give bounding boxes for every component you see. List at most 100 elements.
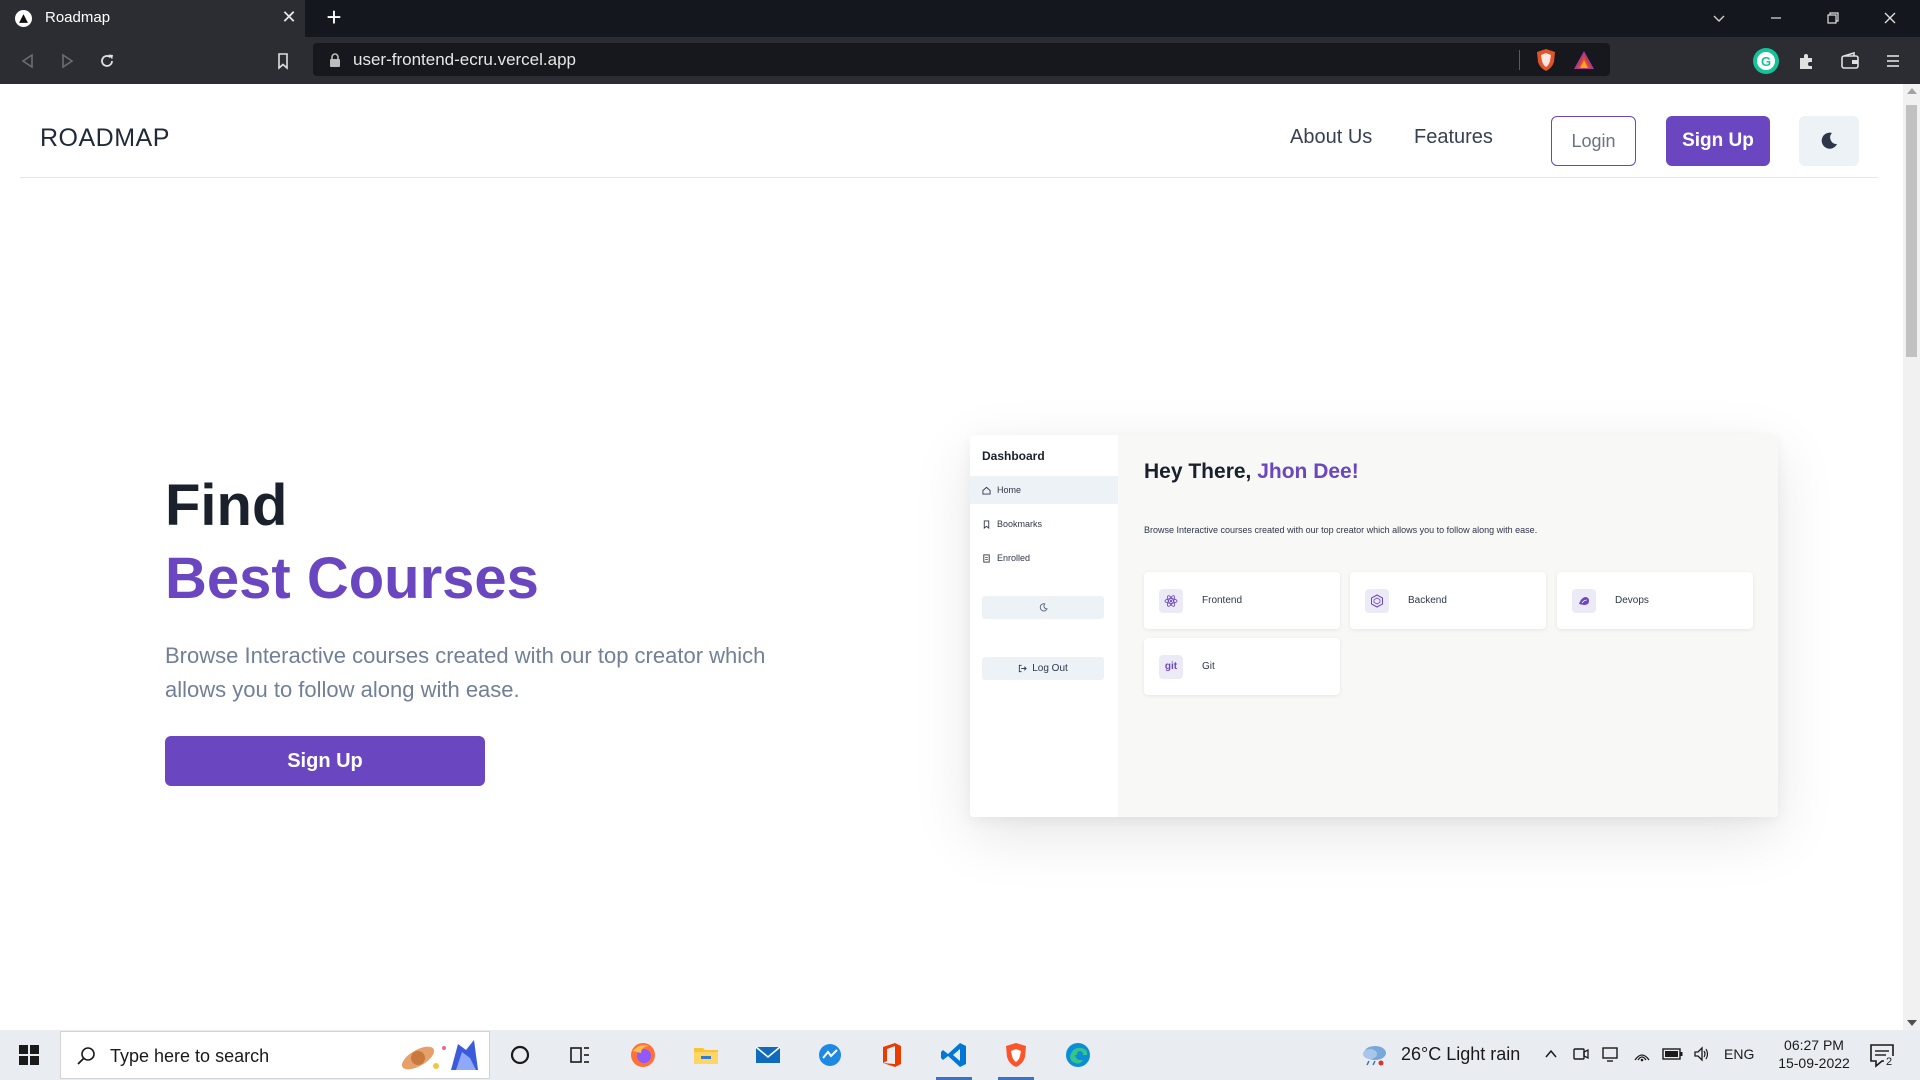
office-icon[interactable] (872, 1035, 912, 1075)
scroll-thumb[interactable] (1906, 105, 1917, 357)
browser-toolbar: user-frontend-ecru.vercel.app G (0, 37, 1920, 84)
preview-menu-bookmarks: Bookmarks (970, 510, 1118, 538)
preview-logout-button: Log Out (982, 657, 1104, 680)
preview-menu-enrolled: Enrolled (970, 544, 1118, 572)
restore-icon[interactable] (1821, 6, 1845, 30)
preview-logout-label: Log Out (1032, 663, 1068, 674)
taskbar-search-box[interactable]: Type here to search (60, 1031, 490, 1079)
volume-icon[interactable] (1691, 1044, 1713, 1064)
page-scrollbar[interactable] (1903, 84, 1920, 1030)
preview-menu-label: Bookmarks (997, 519, 1043, 529)
preview-course-label: Frontend (1202, 595, 1243, 606)
moon-icon (1821, 132, 1837, 149)
react-icon (1159, 588, 1183, 613)
file-explorer-icon[interactable] (686, 1035, 726, 1075)
browser-tab[interactable]: Roadmap ✕ (0, 0, 305, 37)
preview-course-card-backend: Backend (1350, 572, 1546, 629)
menu-icon[interactable] (1879, 47, 1907, 75)
preview-course-card-git: git Git (1144, 638, 1340, 695)
forward-icon[interactable] (54, 48, 80, 74)
logout-icon (1019, 664, 1027, 673)
scroll-up-arrow-icon[interactable] (1907, 88, 1917, 94)
preview-course-card-frontend: Frontend (1144, 572, 1340, 629)
windows-start-icon[interactable] (0, 1030, 58, 1080)
weather-text[interactable]: 26°C Light rain (1401, 1044, 1520, 1065)
preview-sidebar-title: Dashboard (982, 449, 1045, 463)
scroll-down-arrow-icon[interactable] (1907, 1020, 1917, 1026)
edge-icon[interactable] (1058, 1035, 1098, 1075)
grammarly-icon[interactable]: G (1752, 47, 1780, 75)
tab-close-icon[interactable]: ✕ (281, 8, 297, 26)
devops-icon (1572, 588, 1596, 613)
browser-tab-bar: Roadmap ✕ + (0, 0, 1920, 37)
preview-greeting-text: Hey There, (1144, 460, 1258, 483)
tab-search-chevron-icon[interactable] (1707, 6, 1731, 30)
wallet-icon[interactable] (1836, 47, 1864, 75)
messenger-icon[interactable] (810, 1035, 850, 1075)
hero-signup-button[interactable]: Sign Up (165, 736, 485, 786)
preview-menu-label: Enrolled (997, 553, 1031, 563)
battery-icon[interactable] (1661, 1044, 1685, 1064)
input-language[interactable]: ENG (1724, 1046, 1754, 1062)
nodejs-icon (1365, 588, 1389, 613)
task-view-icon[interactable] (560, 1035, 600, 1075)
reload-icon[interactable] (94, 48, 120, 74)
firefox-icon[interactable] (623, 1035, 663, 1075)
cortana-icon[interactable] (500, 1035, 540, 1075)
nav-about-us[interactable]: About Us (1290, 126, 1372, 149)
wifi-icon[interactable] (1631, 1044, 1653, 1064)
preview-greeting: Hey There, Jhon Dee! (1144, 460, 1359, 484)
back-icon[interactable] (15, 48, 41, 74)
brave-rewards-icon[interactable] (1573, 49, 1595, 71)
lock-icon (330, 53, 340, 67)
bookmark-page-icon[interactable] (270, 48, 296, 74)
preview-description: Browse Interactive courses created with … (1144, 525, 1538, 535)
nav-signup-button[interactable]: Sign Up (1666, 116, 1770, 166)
preview-menu-label: Home (997, 485, 1022, 495)
brave-shields-icon[interactable] (1535, 48, 1557, 72)
clock[interactable]: 06:27 PM 15-09-2022 (1778, 1036, 1850, 1072)
site-logo[interactable]: ROADMAP (40, 124, 170, 153)
hero-title-line2: Best Courses (165, 546, 539, 611)
home-icon (982, 486, 991, 495)
preview-course-label: Backend (1408, 595, 1447, 606)
nav-features[interactable]: Features (1414, 126, 1493, 149)
preview-user-name: Jhon Dee! (1257, 460, 1359, 483)
preview-course-card-devops: Devops (1557, 572, 1753, 629)
new-tab-icon[interactable]: + (322, 4, 346, 30)
login-button[interactable]: Login (1551, 116, 1636, 166)
minimize-icon[interactable] (1764, 6, 1788, 30)
clock-time: 06:27 PM (1784, 1037, 1844, 1053)
enrolled-icon (983, 553, 990, 563)
preview-sidebar: Dashboard Home Bookmarks Enrolled Log Ou… (970, 435, 1118, 817)
tab-title: Roadmap (45, 9, 111, 26)
address-bar[interactable]: user-frontend-ecru.vercel.app (313, 43, 1610, 76)
theme-toggle-button[interactable] (1799, 116, 1859, 166)
moon-icon (1039, 603, 1048, 612)
display-projection-icon[interactable] (1599, 1044, 1621, 1064)
meet-now-icon[interactable] (1570, 1044, 1592, 1064)
close-window-icon[interactable] (1878, 6, 1902, 30)
roadmap-favicon-icon (15, 10, 32, 27)
weather-rain-icon (1363, 1046, 1386, 1066)
windows-taskbar: Type here to search 26°C Light rain ENG … (0, 1030, 1920, 1080)
show-hidden-icons-icon[interactable] (1540, 1044, 1562, 1064)
brave-browser-icon[interactable] (996, 1035, 1036, 1080)
hero-description: Browse Interactive courses created with … (165, 643, 766, 702)
search-highlight-illustration-icon (401, 1040, 478, 1070)
web-page: ROADMAP About Us Features Login Sign Up … (0, 84, 1903, 1030)
extensions-puzzle-icon[interactable] (1793, 47, 1821, 75)
git-icon: git (1159, 654, 1183, 679)
notification-count-badge: 2 (1884, 1056, 1895, 1068)
dashboard-preview: Dashboard Home Bookmarks Enrolled Log Ou… (970, 435, 1778, 817)
search-icon (77, 1047, 95, 1065)
taskbar-search-placeholder: Type here to search (110, 1046, 270, 1066)
mail-icon[interactable] (748, 1035, 788, 1075)
svg-text:G: G (1761, 54, 1771, 69)
site-navbar: ROADMAP About Us Features Login Sign Up (20, 84, 1878, 178)
omnibox-divider (1519, 50, 1520, 70)
clock-date: 15-09-2022 (1778, 1055, 1850, 1071)
hero-title-line1: Find (165, 473, 288, 538)
preview-course-label: Git (1202, 661, 1215, 672)
vscode-icon[interactable] (934, 1035, 974, 1080)
